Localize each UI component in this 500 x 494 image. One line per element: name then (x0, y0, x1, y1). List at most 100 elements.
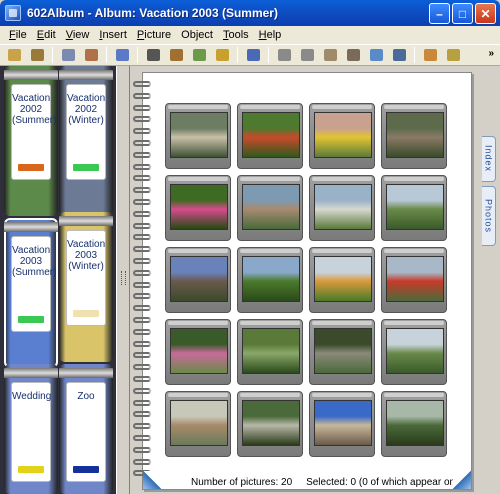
photo-thumbnail[interactable] (309, 319, 375, 385)
menu-tools[interactable]: Tools (218, 29, 254, 41)
picture-count: Number of pictures: 20 (191, 477, 293, 488)
photo-image (386, 184, 444, 230)
photo-thumbnail[interactable] (309, 247, 375, 313)
view-icon[interactable] (243, 46, 263, 64)
photo-thumbnail[interactable] (165, 103, 231, 169)
album-binder[interactable]: Zoo (59, 364, 113, 494)
menu-object[interactable]: Object (176, 29, 218, 41)
photo-image (170, 256, 228, 302)
spiral-coil (133, 328, 151, 335)
photo-thumbnail[interactable] (165, 391, 231, 457)
print-icon[interactable] (58, 46, 78, 64)
tab-photos[interactable]: Photos (482, 186, 496, 246)
photo-thumbnail[interactable] (165, 175, 231, 241)
photo-thumbnail[interactable] (237, 319, 303, 385)
album-shelf: Vacation 2002 (Summer) Vacation 2002 (Win… (0, 66, 116, 494)
frame-icon[interactable] (343, 46, 363, 64)
photo-thumbnail[interactable] (165, 319, 231, 385)
album-binder[interactable]: Vacation 2002 (Winter) (59, 66, 113, 216)
photo-thumbnail[interactable] (309, 175, 375, 241)
album-binder[interactable]: Wedding (4, 364, 58, 494)
previous-page-corner[interactable] (143, 471, 161, 489)
photo-thumbnail[interactable] (381, 391, 447, 457)
thumbnail-tab (240, 321, 300, 325)
thumbnail-tab (168, 105, 228, 109)
web-icon[interactable] (443, 46, 463, 64)
thumbnail-tab (384, 249, 444, 253)
photo-thumbnail[interactable] (381, 247, 447, 313)
app-icon[interactable] (5, 5, 21, 21)
photo-image (170, 400, 228, 446)
album-icon[interactable] (4, 46, 24, 64)
album-binder[interactable]: Vacation 2003 (Summer) (4, 218, 58, 368)
photo-thumbnail[interactable] (237, 175, 303, 241)
photo-thumbnail[interactable] (309, 391, 375, 457)
binder-ring (4, 222, 58, 232)
spiral-coil (133, 116, 151, 123)
window-title: 602Album - Album: Vacation 2003 (Summer) (27, 6, 278, 20)
photo-thumbnail[interactable] (237, 247, 303, 313)
close-button[interactable]: ✕ (475, 3, 496, 24)
next-page-corner[interactable] (453, 471, 471, 489)
album-label: Vacation 2002 (Summer) (11, 84, 56, 180)
photo-image (242, 184, 300, 230)
binder-ring (59, 368, 113, 378)
minimize-button[interactable]: – (429, 3, 450, 24)
find-icon[interactable] (112, 46, 132, 64)
toolbar: » (0, 44, 500, 66)
photo-image (170, 328, 228, 374)
effects-icon[interactable] (320, 46, 340, 64)
menu-view[interactable]: View (61, 29, 95, 41)
thumbnail-tab (312, 105, 372, 109)
rotate-icon[interactable] (274, 46, 294, 64)
camera-icon[interactable] (143, 46, 163, 64)
toolbar-overflow-button[interactable]: » (488, 48, 494, 59)
thumbnail-tab (384, 105, 444, 109)
menu-file[interactable]: File (4, 29, 32, 41)
selected-count: Selected: 0 (0 of which appear on othe (306, 477, 461, 488)
crop-icon[interactable] (297, 46, 317, 64)
album-color-stripe (73, 466, 99, 473)
email-icon[interactable] (420, 46, 440, 64)
spiral-coil (133, 175, 151, 182)
menu-insert[interactable]: Insert (94, 29, 132, 41)
album-color-stripe (73, 310, 99, 317)
photo-thumbnail[interactable] (381, 103, 447, 169)
spiral-coil (133, 187, 151, 194)
menu-edit[interactable]: Edit (32, 29, 61, 41)
photo-thumbnail[interactable] (309, 103, 375, 169)
thumbnail-tab (240, 249, 300, 253)
tab-index[interactable]: Index (482, 136, 496, 182)
open-icon[interactable] (27, 46, 47, 64)
toolbar-separator (137, 47, 138, 63)
splitter-grip[interactable] (121, 271, 126, 285)
spiral-binding (133, 81, 151, 481)
spiral-coil (133, 258, 151, 264)
photo-image (170, 112, 228, 158)
photo-thumbnail[interactable] (165, 247, 231, 313)
scanner-icon[interactable] (166, 46, 186, 64)
album-binder[interactable]: Vacation 2003 (Winter) (59, 212, 113, 362)
photo-image (386, 112, 444, 158)
pane-splitter[interactable] (116, 66, 130, 494)
photo-thumbnail[interactable] (237, 103, 303, 169)
save-icon[interactable] (212, 46, 232, 64)
move-icon[interactable] (81, 46, 101, 64)
maximize-button[interactable]: □ (452, 3, 473, 24)
layout-icon[interactable] (366, 46, 386, 64)
resize-icon[interactable] (389, 46, 409, 64)
album-binder[interactable]: Vacation 2002 (Summer) (4, 66, 58, 216)
photo-thumbnail[interactable] (381, 319, 447, 385)
album-title: Vacation 2003 (Winter) (67, 239, 106, 272)
menu-picture[interactable]: Picture (132, 29, 176, 41)
photo-thumbnail[interactable] (381, 175, 447, 241)
import-icon[interactable] (189, 46, 209, 64)
spiral-coil (133, 352, 151, 359)
photo-thumbnail[interactable] (237, 391, 303, 457)
photo-image (386, 400, 444, 446)
spiral-coil (133, 163, 151, 170)
spiral-coil (133, 435, 151, 441)
toolbar-separator (237, 47, 238, 63)
spiral-coil (133, 140, 151, 146)
menu-help[interactable]: Help (254, 29, 287, 41)
